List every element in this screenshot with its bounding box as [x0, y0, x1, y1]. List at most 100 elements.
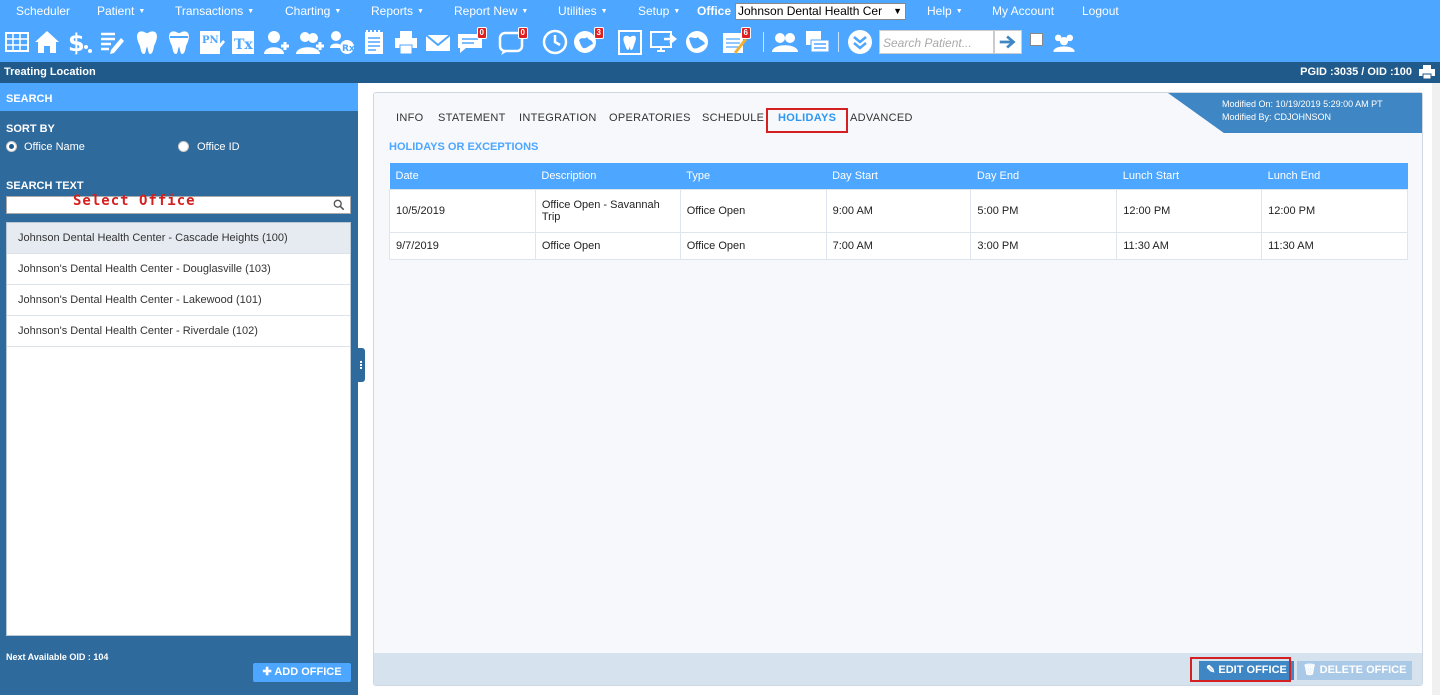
office-list-item[interactable]: Johnson's Dental Health Center - Riverda…	[7, 316, 350, 347]
progress-notes-icon[interactable]: PN	[197, 28, 225, 56]
sort-office-id-label[interactable]: Office ID	[197, 141, 240, 153]
nav-charting[interactable]: Charting ▼	[285, 4, 341, 18]
table-cell: Office Open	[679, 188, 827, 233]
modified-info: Modified On: 10/19/2019 5:29:00 AM PT Mo…	[1168, 93, 1422, 133]
office-list-item[interactable]: Johnson's Dental Health Center - Lakewoo…	[7, 285, 350, 316]
column-header[interactable]: Day Start	[826, 163, 971, 189]
sidebar: SEARCH SORT BY Office Name Office ID SEA…	[0, 83, 358, 695]
office-select[interactable]: Johnson Dental Health Cer ▼	[735, 3, 906, 20]
action-footer: ✎ EDIT OFFICE 🗑 DELETE OFFICE	[374, 653, 1422, 685]
home-icon[interactable]	[33, 28, 61, 56]
add-office-label: ADD OFFICE	[274, 666, 342, 678]
toolbar-divider	[763, 32, 764, 52]
treatment-icon[interactable]: Tx	[229, 28, 257, 56]
toolbar-divider	[838, 32, 839, 52]
prescription-icon[interactable]: Rx	[328, 28, 356, 56]
caret-down-icon: ▼	[417, 8, 424, 15]
sort-office-id-radio[interactable]	[178, 141, 189, 152]
add-patient-icon[interactable]	[263, 28, 291, 56]
collapse-icon[interactable]	[846, 28, 874, 56]
holidays-tab-highlight	[766, 108, 848, 133]
tab-operatories[interactable]: OPERATORIES	[609, 112, 691, 124]
tab-statement[interactable]: STATEMENT	[438, 112, 506, 124]
sort-office-name-radio[interactable]	[6, 141, 17, 152]
nav-utilities[interactable]: Utilities ▼	[558, 4, 608, 18]
nav-reports-label: Reports	[371, 4, 414, 18]
tab-schedule[interactable]: SCHEDULE	[702, 112, 764, 124]
office-list-item[interactable]: Johnson Dental Health Center - Cascade H…	[7, 223, 350, 254]
column-header[interactable]: Lunch End	[1261, 163, 1408, 189]
scanner-icon[interactable]	[803, 28, 831, 56]
column-header[interactable]: Lunch Start	[1116, 163, 1262, 189]
nav-scheduler[interactable]: Scheduler	[16, 4, 70, 18]
column-header[interactable]: Description	[535, 163, 681, 189]
add-family-icon[interactable]	[296, 28, 324, 56]
globe-icon[interactable]	[683, 28, 711, 56]
tasks-badge: 6	[740, 27, 751, 39]
trash-icon: 🗑	[1302, 664, 1320, 676]
table-row[interactable]: 9/7/2019 Office Open Office Open 7:00 AM…	[389, 231, 1408, 260]
location-bar: Treating Location PGID :3035 / OID :100	[0, 62, 1440, 83]
messages-icon[interactable]: 0	[456, 27, 487, 56]
table-cell: 11:30 AM	[1116, 231, 1263, 260]
column-header[interactable]: Type	[680, 163, 827, 189]
column-header[interactable]: Day End	[970, 163, 1117, 189]
tooth-crown-icon[interactable]	[165, 28, 193, 56]
nav-setup[interactable]: Setup ▼	[638, 4, 680, 18]
search-go-button[interactable]	[994, 30, 1022, 54]
group-icon[interactable]	[1050, 28, 1078, 56]
search-icon[interactable]	[333, 199, 347, 213]
nav-report-new[interactable]: Report New ▼	[454, 4, 528, 18]
clock-icon[interactable]	[541, 28, 569, 56]
task-calendar-icon[interactable]: 6	[720, 27, 751, 56]
tab-advanced[interactable]: ADVANCED	[850, 112, 913, 124]
tab-info[interactable]: INFO	[396, 112, 423, 124]
nav-patient-label: Patient	[97, 4, 135, 18]
tooth-chart-icon[interactable]	[616, 28, 644, 56]
sort-office-name-label[interactable]: Office Name	[24, 141, 85, 153]
sidebar-splitter-handle[interactable]	[357, 348, 365, 382]
delete-office-button[interactable]: 🗑 DELETE OFFICE	[1297, 661, 1412, 680]
nav-transactions[interactable]: Transactions ▼	[175, 4, 254, 18]
search-patient-input[interactable]: Search Patient...	[879, 30, 994, 54]
chat-icon[interactable]: 0	[497, 27, 528, 56]
table-cell: 10/5/2019	[389, 188, 536, 233]
nav-patient[interactable]: Patient ▼	[97, 4, 145, 18]
nav-my-account[interactable]: My Account	[992, 4, 1054, 18]
edit-notes-icon[interactable]	[97, 28, 125, 56]
notepad-icon[interactable]	[360, 28, 388, 56]
calendar-grid-icon[interactable]	[3, 28, 31, 56]
svg-text:Rx: Rx	[342, 44, 355, 54]
table-cell: Office Open	[534, 231, 681, 260]
caret-down-icon: ▼	[955, 8, 963, 15]
nav-help[interactable]: Help ▼	[927, 4, 963, 18]
screen-share-icon[interactable]	[649, 28, 678, 56]
search-text-label: SEARCH TEXT	[6, 180, 84, 192]
toolbar-checkbox[interactable]	[1030, 33, 1043, 46]
column-header[interactable]: Date	[389, 163, 536, 189]
alerts-icon[interactable]: 3	[573, 27, 604, 56]
sort-by-label: SORT BY	[6, 123, 55, 135]
pgid-oid-label: PGID :3035 / OID :100	[1300, 66, 1412, 78]
tab-integration[interactable]: INTEGRATION	[519, 112, 597, 124]
print-icon[interactable]	[392, 28, 420, 56]
print-icon[interactable]	[1418, 64, 1436, 80]
table-cell: 9:00 AM	[825, 188, 972, 233]
edit-office-highlight	[1190, 657, 1291, 682]
nav-utilities-label: Utilities	[558, 4, 597, 18]
location-title: Treating Location	[4, 66, 96, 78]
tooth-icon[interactable]	[133, 28, 161, 56]
nav-charting-label: Charting	[285, 4, 331, 18]
add-office-button[interactable]: ✚ ADD OFFICE	[253, 663, 351, 682]
nav-reports[interactable]: Reports ▼	[371, 4, 424, 18]
table-row[interactable]: 10/5/2019 Office Open - Savannah Trip Of…	[389, 188, 1408, 233]
dollar-icon[interactable]: $	[65, 28, 93, 57]
page-scrollbar[interactable]	[1432, 83, 1440, 695]
office-list-item[interactable]: Johnson's Dental Health Center - Douglas…	[7, 254, 350, 285]
plus-icon: ✚	[262, 666, 275, 678]
nav-logout[interactable]: Logout	[1082, 4, 1119, 18]
table-cell: Office Open - Savannah Trip	[534, 188, 681, 233]
users-icon[interactable]	[771, 28, 799, 56]
email-icon[interactable]	[424, 28, 452, 56]
dropdown-arrow-icon: ▼	[893, 6, 902, 16]
